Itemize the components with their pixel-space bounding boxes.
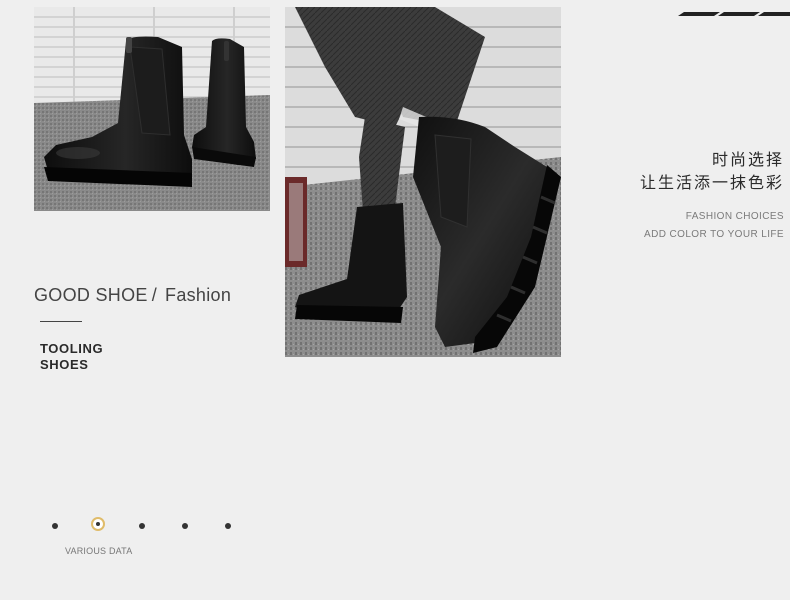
slogan-chinese-line-1: 时尚选择 [711,150,784,169]
decorative-dashes [678,12,790,16]
slogan-english-line-2: ADD COLOR TO YOUR LIFE [644,229,784,240]
tooling-label-line-1: TOOLING [40,341,104,356]
slogan-english-line-1: FASHION CHOICES [685,211,784,222]
pager-dot-5[interactable] [225,523,231,529]
boot-worn-with-jeans-photo [285,7,561,357]
slogan-chinese-line-2: 让生活添一抹色彩 [639,173,784,192]
good-shoe-label: GOOD SHOE [34,285,148,305]
divider-line [40,321,82,322]
fashion-label: Fashion [165,285,232,305]
heading-separator: / [151,285,158,305]
pager-dot-2-active[interactable] [91,517,105,531]
boots-on-carpet-photo [34,7,270,211]
pager-dot-3[interactable] [139,523,145,529]
pager-dots [46,517,246,537]
pager-dot-1[interactable] [52,523,58,529]
pager-dot-4[interactable] [182,523,188,529]
tooling-label-line-2: SHOES [40,357,89,372]
good-shoe-heading: GOOD SHOE / Fashion [34,285,231,306]
various-data-label: VARIOUS DATA [65,546,133,556]
